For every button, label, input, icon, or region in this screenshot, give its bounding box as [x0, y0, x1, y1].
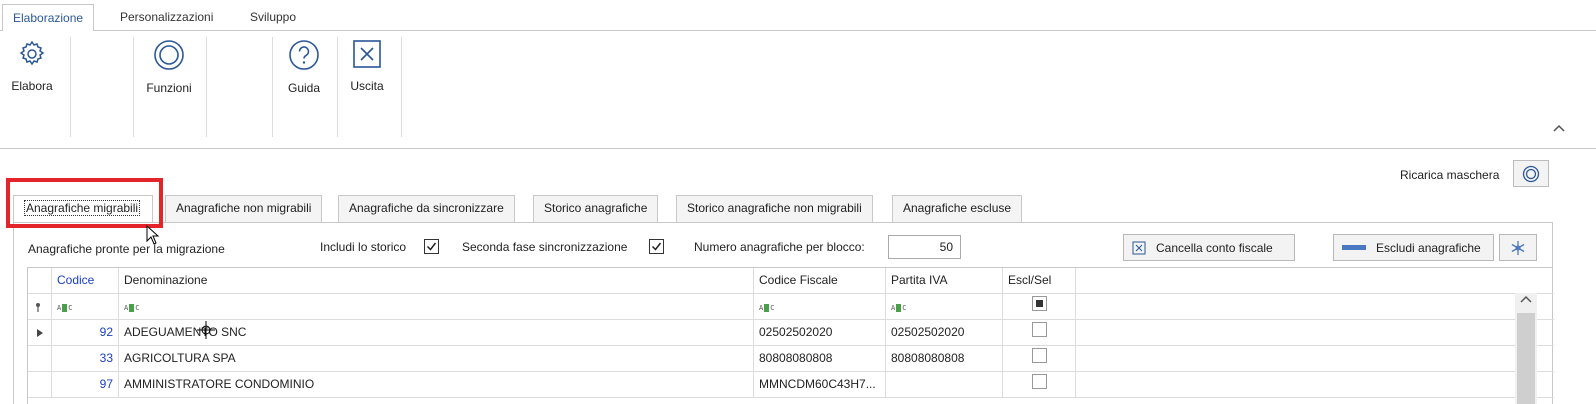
ribbon-separator	[70, 37, 71, 137]
cell-codice-fiscale: 80808080808	[754, 346, 886, 372]
grid-filter-row: AC AC AC AC	[28, 294, 1554, 320]
row-indicator-header	[28, 268, 52, 294]
text-filter-icon: AC	[124, 304, 140, 312]
column-header-codice-fiscale[interactable]: Codice Fiscale	[754, 268, 886, 294]
filter-denominazione[interactable]: AC	[119, 294, 754, 320]
help-icon	[289, 40, 319, 70]
ribbon-separator	[401, 37, 402, 137]
mouse-pointer-icon	[146, 225, 160, 245]
seconda-fase-label: Seconda fase sincronizzazione	[462, 240, 628, 254]
column-header-denominazione[interactable]: Denominazione	[119, 268, 754, 294]
column-header-codice[interactable]: Codice	[52, 268, 119, 294]
ribbon-tab-elaborazione[interactable]: Elaborazione	[2, 4, 95, 32]
uscita-label: Uscita	[350, 79, 384, 93]
row-checkbox[interactable]	[1032, 322, 1047, 337]
ribbon-tab-bar: Elaborazione Personalizzazioni Sviluppo	[0, 0, 1596, 32]
filter-pin-icon	[36, 303, 40, 312]
grid-header-row: Codice Denominazione Codice Fiscale Part…	[28, 268, 1554, 294]
column-header-escl-sel[interactable]: Escl/Sel	[1003, 268, 1076, 294]
cell-denominazione: AGRICOLTURA SPA	[119, 346, 754, 372]
ricarica-label: Ricarica maschera	[1400, 168, 1500, 182]
funzioni-button[interactable]: Funzioni	[143, 39, 195, 95]
cell-partita-iva: 02502502020	[886, 320, 1003, 346]
row-indicator	[28, 320, 52, 346]
tab-anagrafiche-escluse[interactable]: Anagrafiche escluse	[892, 195, 1023, 222]
filter-partita-iva[interactable]: AC	[886, 294, 1003, 320]
cancella-conto-fiscale-button[interactable]: Cancella conto fiscale	[1123, 234, 1295, 261]
numero-blocco-label: Numero anagrafiche per blocco:	[694, 240, 865, 254]
text-filter-icon: AC	[759, 304, 775, 312]
snowflake-icon	[1511, 240, 1525, 255]
filter-codice-fiscale[interactable]: AC	[754, 294, 886, 320]
ribbon-separator	[337, 37, 338, 137]
filter-codice[interactable]: AC	[52, 294, 119, 320]
tab-storico-non-migrabili[interactable]: Storico anagrafiche non migrabili	[676, 195, 873, 222]
current-row-arrow-icon	[37, 329, 43, 337]
ribbon-separator	[272, 37, 273, 137]
funzioni-label: Funzioni	[146, 81, 192, 95]
exclude-bar-icon	[1342, 244, 1366, 250]
table-row[interactable]: 92 ADEGUAMENTO SNC 02502502020 025025020…	[28, 320, 1554, 346]
tab-label: Anagrafiche migrabili	[24, 200, 141, 216]
select-all-checkbox[interactable]	[1032, 296, 1047, 311]
escludi-label: Escludi anagrafiche	[1376, 240, 1481, 255]
guida-label: Guida	[287, 81, 321, 95]
cell-codice-fiscale: MMNCDM60C43H7...	[754, 372, 886, 398]
close-icon	[353, 40, 381, 68]
grid-scrollbar-thumb[interactable]	[1517, 313, 1535, 404]
tab-anagrafiche-non-migrabili[interactable]: Anagrafiche non migrabili	[165, 195, 323, 222]
ricarica-button[interactable]	[1513, 160, 1549, 187]
refresh-circle-icon	[1522, 165, 1540, 182]
row-indicator	[28, 372, 52, 398]
filter-row-indicator	[28, 294, 52, 320]
close-icon	[1132, 241, 1146, 254]
row-checkbox[interactable]	[1032, 348, 1047, 363]
text-filter-icon: AC	[57, 304, 73, 312]
cell-codice: 97	[52, 372, 119, 398]
tab-storico-anagrafiche[interactable]: Storico anagrafiche	[533, 195, 659, 222]
cell-codice: 92	[52, 320, 119, 346]
escludi-anagrafiche-button[interactable]: Escludi anagrafiche	[1333, 234, 1494, 261]
tab-anagrafiche-da-sincronizzare[interactable]: Anagrafiche da sincronizzare	[338, 195, 515, 222]
includi-storico-label: Includi lo storico	[320, 240, 407, 254]
table-row[interactable]: 33 AGRICOLTURA SPA 80808080808 808080808…	[28, 346, 1554, 372]
elabora-label: Elabora	[11, 79, 53, 93]
table-row[interactable]: 97 AMMINISTRATORE CONDOMINIO MMNCDM60C43…	[28, 372, 1554, 398]
ribbon-separator	[133, 37, 134, 137]
guida-button[interactable]: Guida	[284, 39, 324, 95]
ribbon-tab-personalizzazioni[interactable]: Personalizzazioni	[110, 4, 223, 32]
snowflake-button[interactable]	[1499, 234, 1537, 261]
seconda-fase-checkbox[interactable]	[649, 239, 664, 254]
cancella-label: Cancella conto fiscale	[1156, 240, 1273, 255]
includi-storico-checkbox[interactable]	[424, 239, 439, 254]
ribbon-separator	[206, 37, 207, 137]
cell-codice: 33	[52, 346, 119, 372]
chevron-up-icon[interactable]	[1552, 123, 1566, 133]
cell-denominazione: AMMINISTRATORE CONDOMINIO	[119, 372, 754, 398]
numero-blocco-input[interactable]: 50	[888, 235, 961, 259]
elabora-button[interactable]: Elabora	[8, 39, 56, 93]
row-indicator	[28, 346, 52, 372]
ribbon-tab-sviluppo[interactable]: Sviluppo	[240, 4, 306, 32]
row-checkbox[interactable]	[1032, 374, 1047, 389]
chevron-up-icon[interactable]	[1519, 294, 1533, 304]
anagrafiche-grid: Codice Denominazione Codice Fiscale Part…	[27, 267, 1554, 404]
cell-partita-iva	[886, 372, 1003, 398]
checkmark-icon	[426, 242, 437, 251]
crosshair-cursor-icon	[197, 321, 215, 339]
checkmark-icon	[651, 242, 662, 251]
tab-anagrafiche-migrabili[interactable]: Anagrafiche migrabili	[13, 195, 153, 223]
column-header-partita-iva[interactable]: Partita IVA	[886, 268, 1003, 294]
circle-icon	[154, 40, 184, 70]
uscita-button[interactable]: Uscita	[347, 39, 387, 93]
cell-codice-fiscale: 02502502020	[754, 320, 886, 346]
gear-icon	[19, 40, 45, 66]
cell-partita-iva: 80808080808	[886, 346, 1003, 372]
panel-title: Anagrafiche pronte per la migrazione	[28, 242, 225, 256]
ribbon-body: Elabora Funzioni Guida Uscita	[0, 31, 1596, 149]
text-filter-icon: AC	[891, 304, 907, 312]
